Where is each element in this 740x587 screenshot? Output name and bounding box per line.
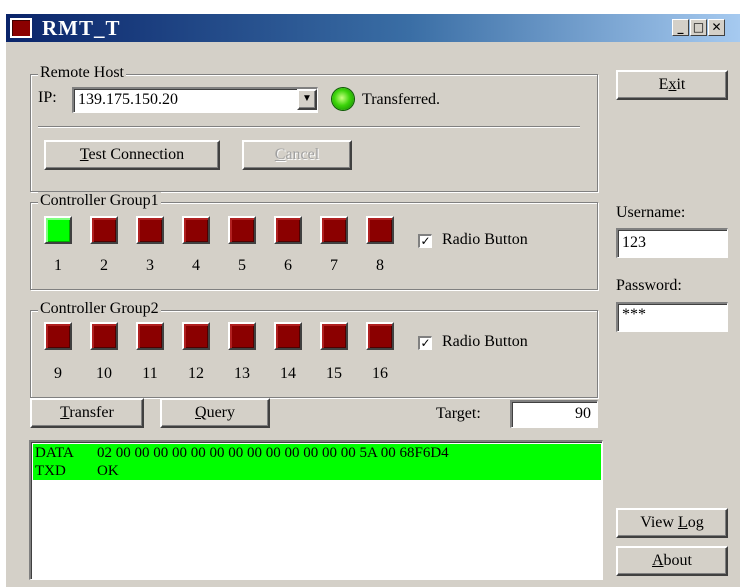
target-input[interactable]: 90 <box>510 400 598 428</box>
status-text: Transferred. <box>362 91 441 108</box>
log-row: TXD OK <box>33 462 601 480</box>
controller-number-label: 5 <box>238 257 246 274</box>
controller-toggle-12[interactable] <box>182 322 210 350</box>
controller-number-label: 14 <box>280 365 296 382</box>
view-log-button[interactable]: View Log <box>616 508 728 538</box>
controller-number-label: 8 <box>376 257 384 274</box>
controller-toggle-14[interactable] <box>274 322 302 350</box>
group1-checkbox[interactable]: ✓ <box>418 234 432 248</box>
password-input[interactable]: *** <box>616 302 728 332</box>
controller-group1-label: Controller Group1 <box>38 192 161 210</box>
exit-label: Exit <box>658 76 686 93</box>
controller-toggle-1[interactable] <box>44 216 72 244</box>
log-list[interactable]: DATA 02 00 00 00 00 00 00 00 00 00 00 00… <box>29 440 603 580</box>
app-icon <box>10 18 32 38</box>
controller-toggle-6[interactable] <box>274 216 302 244</box>
log-row: DATA 02 00 00 00 00 00 00 00 00 00 00 00… <box>33 444 601 462</box>
test-connection-label: Test Connection <box>79 146 185 163</box>
controller-toggle-13[interactable] <box>228 322 256 350</box>
controller-number-label: 6 <box>284 257 292 274</box>
controller-number-label: 7 <box>330 257 338 274</box>
controller-toggle-4[interactable] <box>182 216 210 244</box>
about-label: About <box>651 552 692 569</box>
controller-number-label: 1 <box>54 257 62 274</box>
controller-number-label: 16 <box>372 365 388 382</box>
controller-toggle-10[interactable] <box>90 322 118 350</box>
controller-toggle-15[interactable] <box>320 322 348 350</box>
minimize-button[interactable]: _ <box>672 19 689 36</box>
controller-toggle-3[interactable] <box>136 216 164 244</box>
status-led-icon <box>332 88 354 110</box>
controller-group2-label: Controller Group2 <box>38 300 161 318</box>
username-input[interactable]: 123 <box>616 228 728 258</box>
controller-number-label: 9 <box>54 365 62 382</box>
checkmark-icon: ✓ <box>420 336 431 350</box>
checkmark-icon: ✓ <box>420 234 431 248</box>
username-label: Username: <box>616 204 686 221</box>
password-label: Password: <box>616 277 682 294</box>
controller-number-label: 4 <box>192 257 200 274</box>
view-log-label: View Log <box>640 514 704 531</box>
app-window: RMT_T _ □ ✕ Remote Host IP: 139.175.150.… <box>4 12 740 587</box>
controller-number-label: 11 <box>142 365 158 382</box>
target-label: Target: <box>436 405 481 422</box>
maximize-button[interactable]: □ <box>690 19 707 36</box>
cancel-button[interactable]: Cancel <box>242 140 352 170</box>
about-button[interactable]: About <box>616 546 728 576</box>
log-value: 02 00 00 00 00 00 00 00 00 00 00 00 00 0… <box>97 445 449 461</box>
controller-toggle-7[interactable] <box>320 216 348 244</box>
remote-host-label: Remote Host <box>38 64 126 82</box>
controller-number-label: 2 <box>100 257 108 274</box>
transfer-label: Transfer <box>60 404 114 421</box>
group2-checkbox-label: Radio Button <box>442 333 528 350</box>
ip-dropdown-button[interactable]: ▼ <box>297 89 317 110</box>
close-button[interactable]: ✕ <box>708 19 725 36</box>
controller-toggle-5[interactable] <box>228 216 256 244</box>
controller-toggle-2[interactable] <box>90 216 118 244</box>
group2-checkbox[interactable]: ✓ <box>418 336 432 350</box>
controller-toggle-8[interactable] <box>366 216 394 244</box>
exit-button[interactable]: Exit <box>616 70 728 100</box>
query-label: Query <box>195 404 235 421</box>
controller-number-label: 15 <box>326 365 342 382</box>
window-title: RMT_T <box>42 16 121 40</box>
query-button[interactable]: Query <box>160 398 270 428</box>
test-connection-button[interactable]: Test Connection <box>44 140 220 170</box>
controller-toggle-16[interactable] <box>366 322 394 350</box>
log-value: OK <box>97 463 119 479</box>
controller-toggle-9[interactable] <box>44 322 72 350</box>
ip-value: 139.175.150.20 <box>78 91 178 108</box>
chevron-down-icon: ▼ <box>302 93 312 104</box>
controller-toggle-11[interactable] <box>136 322 164 350</box>
log-key: TXD <box>35 463 66 479</box>
log-key: DATA <box>35 445 74 461</box>
ip-label: IP: <box>38 89 57 106</box>
controller-number-label: 12 <box>188 365 204 382</box>
controller-number-label: 3 <box>146 257 154 274</box>
cancel-label: Cancel <box>274 146 320 163</box>
title-bar[interactable]: RMT_T _ □ ✕ <box>6 14 740 42</box>
group1-checkbox-label: Radio Button <box>442 231 528 248</box>
controller-number-label: 10 <box>96 365 112 382</box>
host-divider <box>38 126 580 128</box>
controller-number-label: 13 <box>234 365 250 382</box>
transfer-button[interactable]: Transfer <box>30 398 144 428</box>
ip-combobox[interactable]: 139.175.150.20 ▼ <box>72 87 318 113</box>
